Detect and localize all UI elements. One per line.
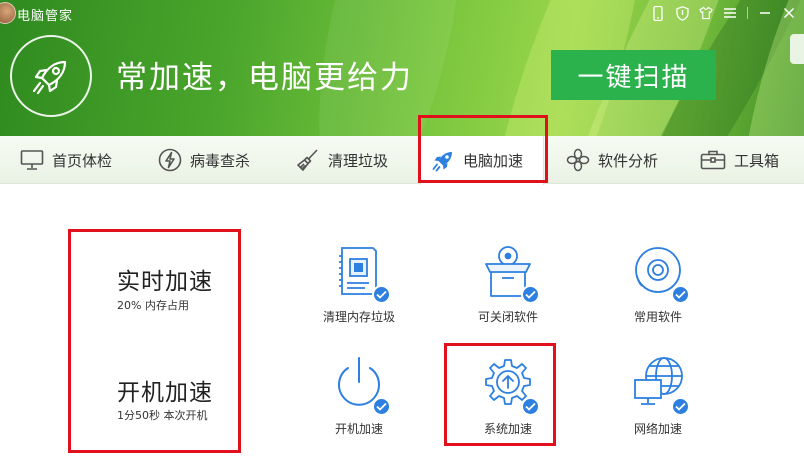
side-collapse-handle[interactable] [790, 34, 804, 64]
window-controls [651, 3, 804, 23]
boot-speedup-title: 开机加速 [117, 380, 213, 406]
toolbox-icon [700, 150, 726, 170]
tab-label: 首页体检 [52, 151, 113, 170]
header-banner: 电脑管家 常加速，电脑更给力 一键扫描 [0, 0, 804, 136]
check-icon [521, 397, 540, 416]
memory-usage-text: 20% 内存占用 [117, 299, 189, 312]
tab-label: 软件分析 [598, 151, 659, 170]
shield-icon[interactable] [675, 5, 689, 21]
tool-boot-speedup[interactable]: 开机加速 [299, 354, 419, 437]
one-click-scan-button[interactable]: 一键扫描 [551, 50, 716, 100]
tab-label: 电脑加速 [463, 152, 524, 170]
tab-software-analysis[interactable]: 软件分析 [566, 136, 658, 184]
check-icon [671, 397, 690, 416]
phone-icon[interactable] [651, 5, 665, 21]
tool-label: 常用软件 [633, 310, 682, 324]
rocket-icon [432, 151, 452, 171]
boot-time-text: 1分50秒 本次开机 [117, 409, 208, 422]
rocket-icon [32, 60, 67, 95]
close-icon[interactable] [782, 5, 796, 21]
tool-closable-software[interactable]: 可关闭软件 [448, 242, 568, 325]
header-slogan: 常加速，电脑更给力 [116, 60, 413, 96]
tool-label: 开机加速 [334, 422, 383, 436]
check-icon [372, 285, 391, 304]
app-title: 电脑管家 [17, 9, 74, 24]
check-icon [521, 285, 540, 304]
user-avatar[interactable] [0, 2, 16, 24]
tool-common-software[interactable]: 常用软件 [598, 242, 718, 325]
check-icon [671, 285, 690, 304]
tab-label: 病毒查杀 [190, 151, 251, 170]
skin-shirt-icon[interactable] [699, 5, 713, 21]
tool-label: 系统加速 [483, 422, 532, 436]
tool-label: 清理内存垃圾 [322, 310, 395, 324]
lightning-icon [158, 148, 182, 172]
flower-icon [566, 148, 590, 172]
rocket-badge [10, 35, 92, 117]
realtime-speedup-title: 实时加速 [117, 269, 213, 295]
broom-icon [297, 149, 318, 171]
minimize-icon[interactable] [758, 5, 772, 21]
tab-toolbox[interactable]: 工具箱 [700, 136, 779, 184]
tool-label: 网络加速 [633, 422, 682, 436]
menu-icon[interactable] [723, 5, 737, 21]
tab-label: 工具箱 [734, 151, 780, 170]
tab-virus-scan[interactable]: 病毒查杀 [158, 136, 250, 184]
main-tab-bar: 首页体检 病毒查杀 清理垃圾 电脑加速 软件分析 工具箱 [0, 136, 804, 185]
tab-label: 清理垃圾 [328, 151, 389, 170]
tab-home-checkup[interactable]: 首页体检 [20, 136, 112, 184]
tab-clean-junk[interactable]: 清理垃圾 [296, 136, 388, 184]
tool-clean-memory[interactable]: 清理内存垃圾 [299, 242, 419, 325]
tool-label: 可关闭软件 [477, 310, 538, 324]
tool-network-speedup[interactable]: 网络加速 [598, 354, 718, 437]
tab-pc-speedup[interactable]: 电脑加速 [420, 136, 544, 185]
monitor-icon [20, 150, 44, 170]
tool-system-speedup[interactable]: 系统加速 [448, 354, 568, 437]
check-icon [372, 397, 391, 416]
